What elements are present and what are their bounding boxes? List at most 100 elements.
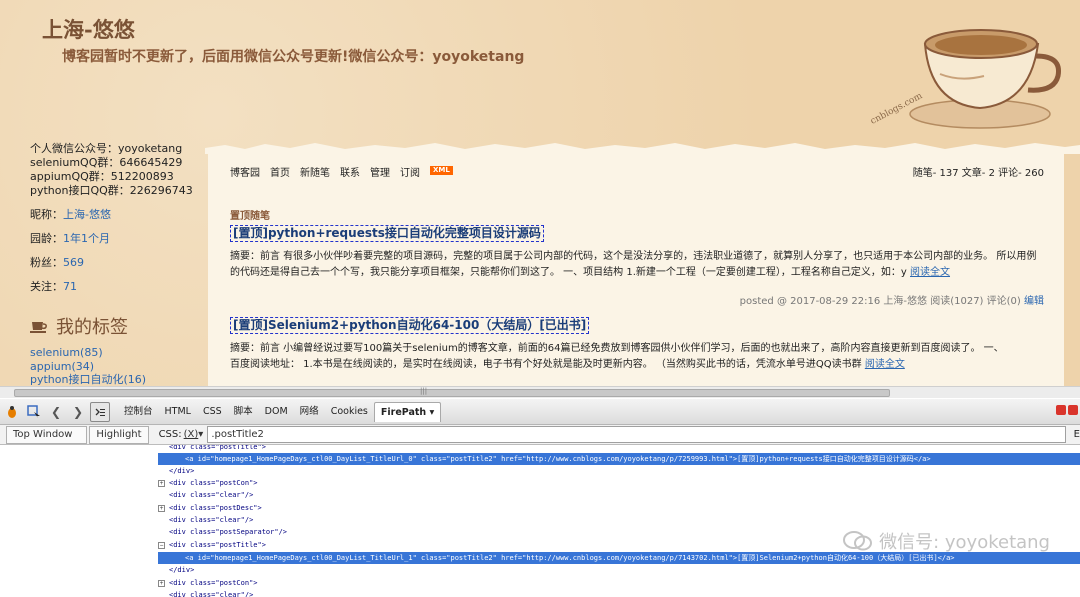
tree-node-text: <div class="postCon"> xyxy=(169,579,258,587)
nav-home[interactable]: 首页 xyxy=(270,164,290,179)
nav-subscribe[interactable]: 订阅 xyxy=(400,164,420,179)
tag-link[interactable]: appium(34) xyxy=(30,360,94,373)
follow-link[interactable]: 71 xyxy=(63,280,77,293)
age-link[interactable]: 1年1个月 xyxy=(63,232,110,245)
info-python-qq: python接口QQ群：226296743 xyxy=(30,184,193,197)
expand-icon[interactable]: + xyxy=(158,480,165,487)
minimize-icon[interactable] xyxy=(1056,405,1066,415)
scrollbar-grip-icon: ||| xyxy=(420,387,428,395)
firebug-bug-icon[interactable] xyxy=(2,402,22,422)
wechat-icon xyxy=(843,531,873,551)
back-arrow-icon[interactable]: ❮ xyxy=(46,402,66,422)
blog-header: 上海-悠悠 博客园暂时不更新了，后面用微信公众号更新!微信公众号：yoyoket… xyxy=(0,0,1080,154)
post-meta: posted @ 2017-08-29 22:16 上海-悠悠 阅读(1027)… xyxy=(739,296,1021,307)
nickname-label: 昵称： xyxy=(30,208,63,221)
horizontal-scrollbar[interactable]: ||| xyxy=(0,386,1080,398)
tab-script[interactable]: 脚本 xyxy=(228,402,259,422)
read-more-link[interactable]: 阅读全文 xyxy=(865,359,905,370)
tree-node-text: <a id="homepage1_HomePageDays_ctl00_DayL… xyxy=(185,455,931,463)
info-wechat: 个人微信公众号：yoyoketang xyxy=(30,142,183,155)
tab-net[interactable]: 网络 xyxy=(294,402,325,422)
forward-arrow-icon[interactable]: ❯ xyxy=(68,402,88,422)
tag-link[interactable]: python接口自动化(16) xyxy=(30,373,146,386)
fans-row: 粉丝：569 xyxy=(30,256,205,270)
post-footer: posted @ 2017-08-29 22:16 上海-悠悠 阅读(1027)… xyxy=(740,292,1044,307)
xml-feed-badge[interactable]: XML xyxy=(430,166,453,175)
tree-node[interactable]: <div class="clear"/> xyxy=(158,589,253,597)
site-title[interactable]: 上海-悠悠 xyxy=(42,14,135,44)
coffee-cup-icon xyxy=(30,322,47,333)
tree-node-text: <div class="postDesc"> xyxy=(169,504,262,512)
eval-button[interactable]: E xyxy=(1074,429,1080,440)
selector-input[interactable]: .postTitle2 xyxy=(207,426,1066,443)
coffee-cup-illustration xyxy=(909,29,1062,129)
nav-new-post[interactable]: 新随笔 xyxy=(300,164,330,179)
top-window-label: Top Window xyxy=(13,428,73,440)
tags-title: 我的标签 xyxy=(56,317,128,338)
expand-icon[interactable]: + xyxy=(158,580,165,587)
summary-line: 摘要：前言 小编曾经说过要写100篇关于selenium的博客文章，前面的64篇… xyxy=(230,343,1004,354)
tags-heading: 我的标签 xyxy=(30,312,205,340)
css-selector-mode[interactable]: (X) xyxy=(184,429,199,440)
chevron-down-icon: ▾ xyxy=(429,406,435,418)
expand-icon[interactable]: + xyxy=(158,505,165,512)
age-label: 园龄： xyxy=(30,232,63,245)
tab-console[interactable]: 控制台 xyxy=(118,402,159,422)
tree-node-text: <a id="homepage1_HomePageDays_ctl00_DayL… xyxy=(185,554,955,562)
tree-node-text: </div> xyxy=(169,467,195,475)
tree-node-text: <div class="postTitle"> xyxy=(169,541,266,549)
nav-admin[interactable]: 管理 xyxy=(370,164,390,179)
post-title-link[interactable]: [置顶]python+requests接口自动化完整项目设计源码 xyxy=(230,225,544,242)
read-more-link[interactable]: 阅读全文 xyxy=(910,267,950,278)
tree-node[interactable]: + <div class="postCon"> xyxy=(158,577,258,589)
post-title-link[interactable]: [置顶]Selenium2+python自动化64-100（大结局）[已出书] xyxy=(230,317,590,334)
tree-node-selected[interactable]: <a id="homepage1_HomePageDays_ctl00_DayL… xyxy=(158,453,1080,465)
tree-node-text: <div class="postCon"> xyxy=(169,479,258,487)
collapse-icon[interactable]: − xyxy=(158,542,165,549)
firebug-toolbar: ❮ ❯ 控制台 HTML CSS 脚本 DOM 网络 Cookies FireP… xyxy=(0,399,1080,425)
blog-page: 上海-悠悠 博客园暂时不更新了，后面用微信公众号更新!微信公众号：yoyoket… xyxy=(0,0,1080,386)
tree-node-text: <div class="clear"/> xyxy=(169,491,254,499)
blog-stats: 随笔- 137 文章- 2 评论- 260 xyxy=(912,168,1044,179)
tree-node-text: <div class="clear"/> xyxy=(169,516,254,524)
firebug-window-controls xyxy=(1056,405,1078,415)
tab-dom[interactable]: DOM xyxy=(259,402,294,422)
tree-node[interactable]: <div class="clear"/> xyxy=(158,514,253,526)
nickname-link[interactable]: 上海-悠悠 xyxy=(63,208,111,221)
tree-node[interactable]: <div class="postTitle"> xyxy=(158,445,266,453)
tree-node[interactable]: + <div class="postDesc"> xyxy=(158,502,262,514)
nav-contact[interactable]: 联系 xyxy=(340,164,360,179)
tab-firepath-label: FirePath xyxy=(380,406,427,418)
chevron-down-icon[interactable]: ▾ xyxy=(198,429,203,440)
scrollbar-thumb[interactable] xyxy=(14,389,890,397)
tree-node[interactable]: <div class="postSeparator"/> xyxy=(158,526,287,538)
tab-css[interactable]: CSS xyxy=(197,402,228,422)
tree-node[interactable]: − <div class="postTitle"> xyxy=(158,539,266,551)
css-label: CSS: xyxy=(158,429,182,440)
tags-list: selenium(85) appium(34) python接口自动化(16) xyxy=(30,346,205,386)
tree-node-text: <div class="postTitle"> xyxy=(169,445,266,451)
post-summary: 摘要：前言 有很多小伙伴吵着要完整的项目源码，完整的项目属于公司内部的代码，这个… xyxy=(230,249,1050,281)
tree-node[interactable]: <div class="clear"/> xyxy=(158,489,253,501)
summary-text: 百度阅读地址： 1.本书是在线阅读的，是实时在线阅读，电子书有个好处就是能及时更… xyxy=(230,359,862,370)
firepath-bar: Top Window ▾ Highlight CSS: (X) ▾ .postT… xyxy=(0,425,1080,456)
nav-cnblogs[interactable]: 博客园 xyxy=(230,164,260,179)
summary-line: 百度阅读地址： 1.本书是在线阅读的，是实时在线阅读，电子书有个好处就是能及时更… xyxy=(230,357,1050,373)
tree-node[interactable]: </div> xyxy=(158,564,194,576)
wechat-watermark: 微信号: yoyoketang xyxy=(843,528,1050,554)
tab-firepath[interactable]: FirePath ▾ xyxy=(373,401,442,422)
tag-link[interactable]: selenium(85) xyxy=(30,346,103,359)
tab-html[interactable]: HTML xyxy=(159,402,197,422)
post-summary: 摘要：前言 小编曾经说过要写100篇关于selenium的博客文章，前面的64篇… xyxy=(230,341,1050,373)
top-window-dropdown[interactable]: Top Window ▾ xyxy=(6,425,88,456)
tree-node[interactable]: </div> xyxy=(158,465,194,477)
console-toggle-icon[interactable] xyxy=(90,401,110,422)
tab-cookies[interactable]: Cookies xyxy=(325,402,374,422)
tree-node[interactable]: + <div class="postCon"> xyxy=(158,477,258,489)
inspect-icon[interactable] xyxy=(24,402,44,422)
tree-node-text: </div> xyxy=(169,566,195,574)
edit-link[interactable]: 编辑 xyxy=(1024,296,1044,307)
close-icon[interactable] xyxy=(1068,405,1078,415)
fans-link[interactable]: 569 xyxy=(63,256,84,269)
highlight-button[interactable]: Highlight xyxy=(89,425,149,444)
